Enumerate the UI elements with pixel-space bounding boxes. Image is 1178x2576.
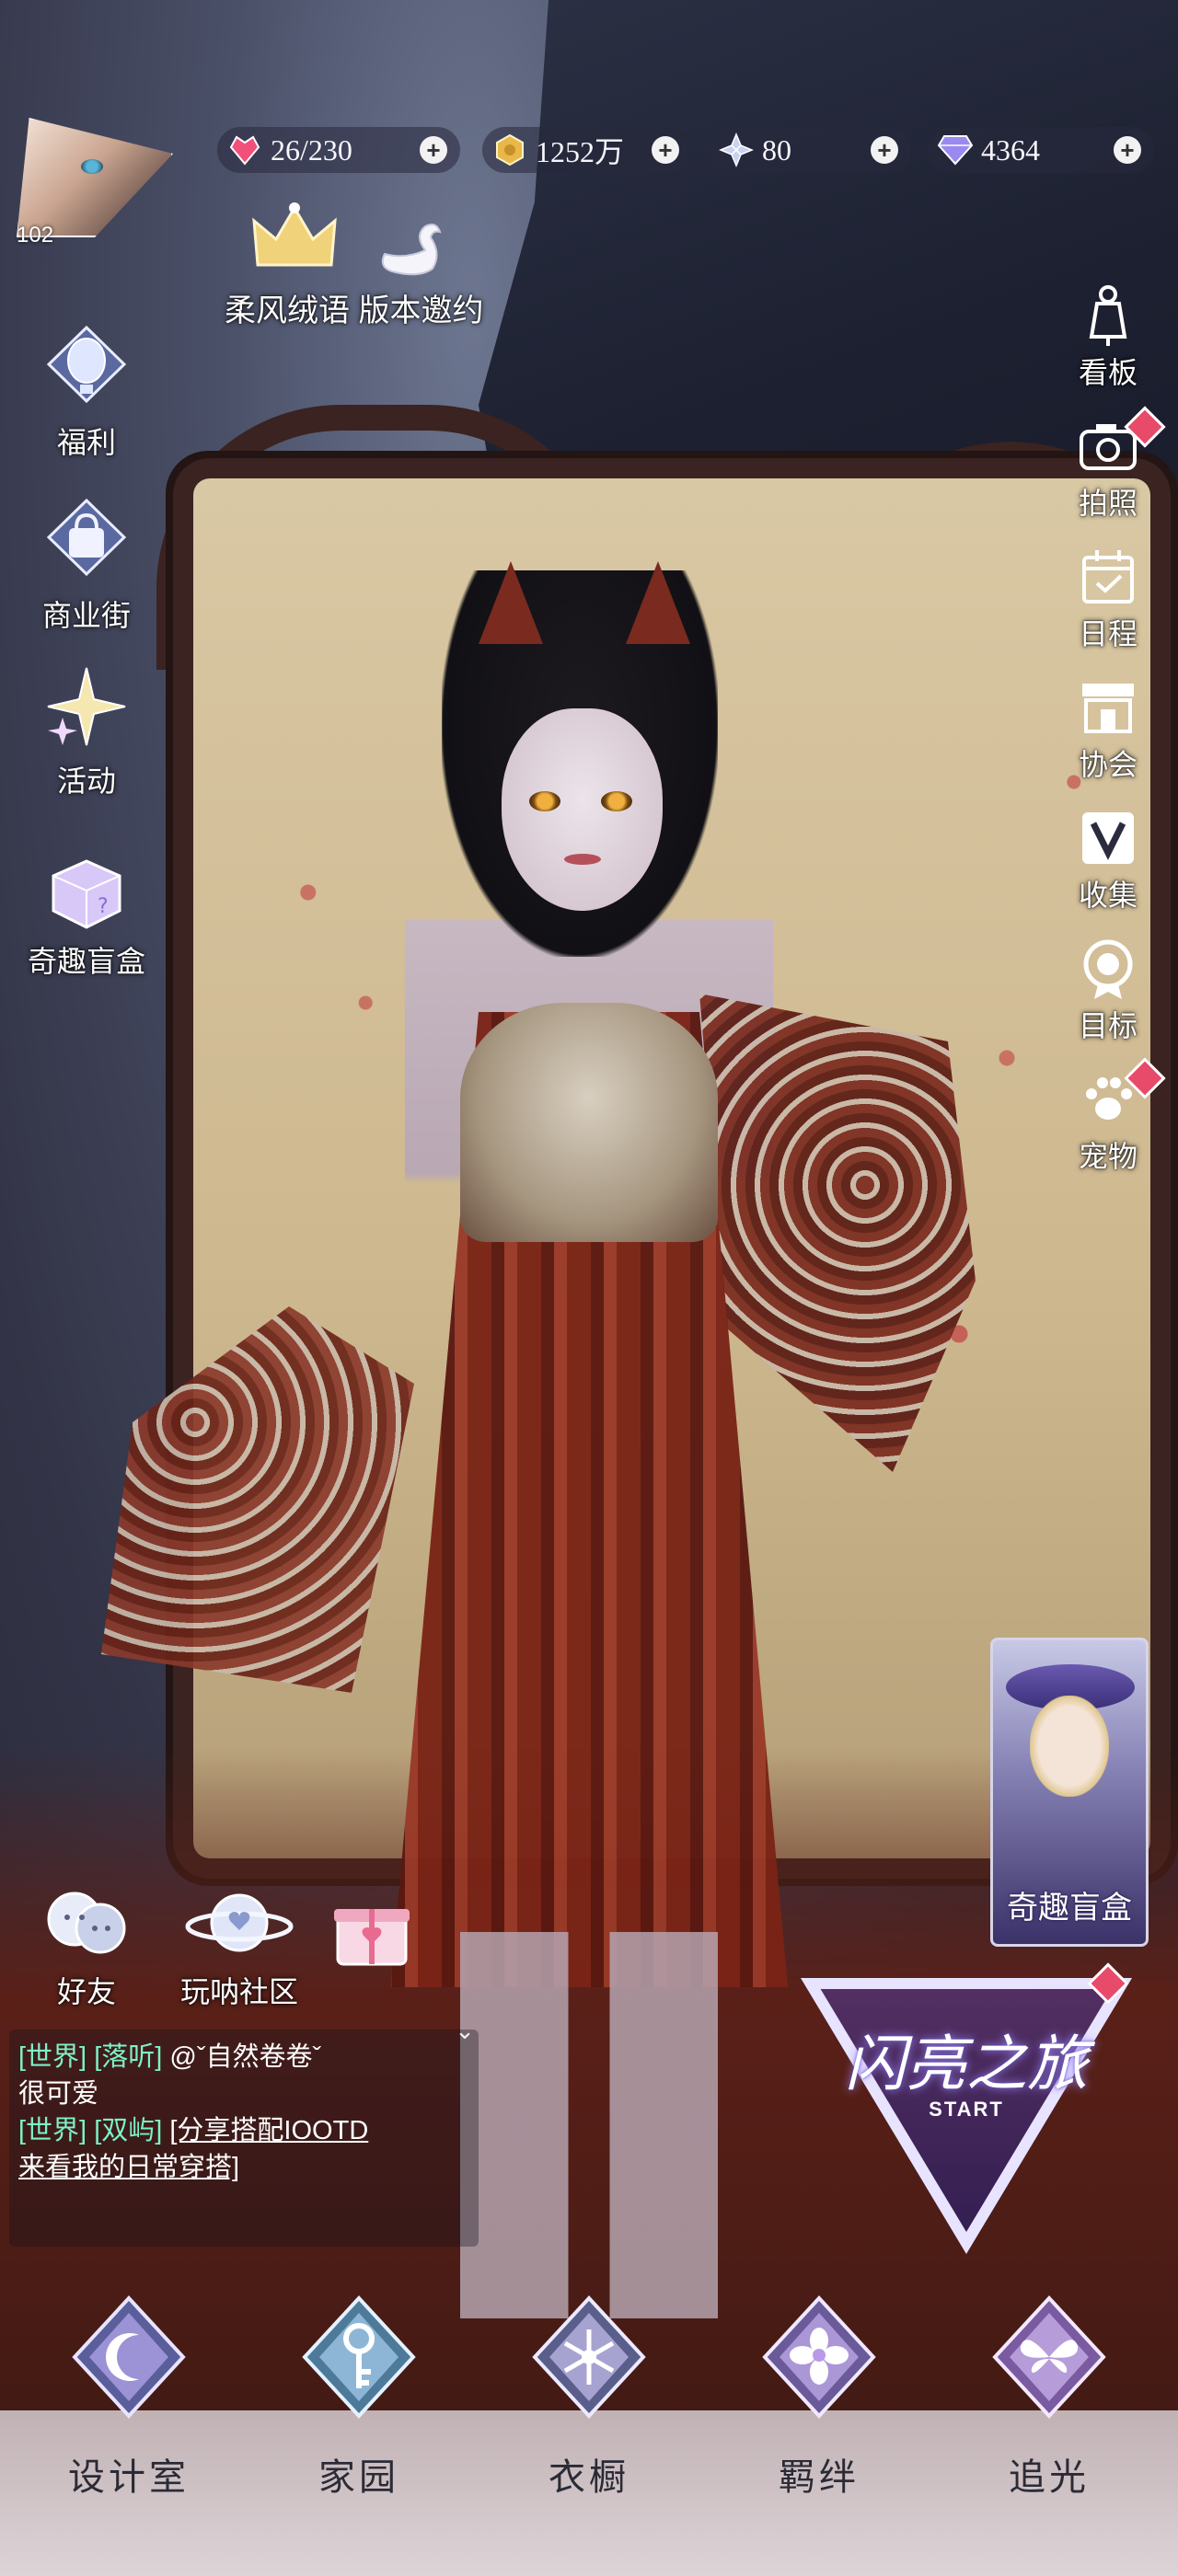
photo-button[interactable]: 拍照 [1053,406,1166,523]
chat-message-body: 来看我的日常穿搭] [18,2149,469,2186]
events-button[interactable]: 活动 [13,662,160,800]
welfare-button[interactable]: 福利 [13,324,160,462]
stamina-add-button[interactable]: + [420,136,447,164]
blindbox-promo-card[interactable]: 奇趣盲盒 [990,1638,1149,1947]
guild-label: 协会 [1078,748,1138,781]
nav-home[interactable]: 家园 [267,2293,451,2501]
resource-diamond: 4364 + [928,127,1154,173]
hud-overlay: 102 26/230 + 1252万 + 80 + 4364 + 柔风绒语 版本… [0,0,1178,2576]
nav-home-label: 家园 [318,2456,399,2498]
guild-button[interactable]: 协会 [1053,675,1163,784]
journey-start-button[interactable]: 闪亮之旅 START [801,1962,1132,2254]
crystal-value: 80 [762,132,791,167]
blindbox-label: 奇趣盲盒 [27,945,145,978]
gold-coin-icon [491,132,528,168]
crescent-moon-crest-icon [69,2293,189,2421]
pet-button[interactable]: 宠物 [1053,1057,1166,1176]
avatar-eye [81,159,103,174]
nav-wardrobe[interactable]: 衣橱 [497,2293,681,2501]
chat-share-link[interactable]: [分享搭配IOOTD [169,2116,368,2145]
snowflake-crest-icon [529,2293,649,2421]
crystal-flower-icon [718,132,755,168]
stamina-value: 26/230 [271,132,352,167]
gold-add-button[interactable]: + [652,136,679,164]
hot-air-balloon-icon [36,324,137,416]
events-label: 活动 [56,765,116,798]
target-medal-icon [1076,937,1140,1001]
schedule-label: 日程 [1078,617,1138,650]
nav-wardrobe-label: 衣橱 [549,2456,629,2498]
world-chat-panel[interactable]: [世界] [落听] @ˇ自然卷卷ˇ 很可爱 [世界] [双屿] [分享搭配IOO… [9,2030,479,2247]
shop-button[interactable]: 商业街 [13,497,160,635]
board-button[interactable]: 看板 [1053,283,1163,392]
planet-heart-icon [184,1877,294,1969]
svg-text:?: ? [98,895,109,918]
collect-button[interactable]: 收集 [1053,806,1163,914]
resource-stamina: 26/230 + [217,127,460,173]
swan-icon[interactable] [368,217,460,282]
guild-building-icon [1076,675,1140,740]
community-button[interactable]: 玩呐社区 [166,1877,313,2011]
key-crest-icon [299,2293,419,2421]
chat-text: 很可爱 [18,2079,99,2109]
shop-label: 商业街 [41,599,131,632]
promo-character-portrait [1030,1696,1109,1797]
player-level: 102 [17,223,54,247]
gift-box-icon [317,1884,427,1976]
crystal-add-button[interactable]: + [871,136,898,164]
v-collection-icon [1076,806,1140,870]
friends-bubble-icon [31,1877,142,1969]
resource-gold: 1252万 + [482,127,692,173]
butterfly-crest-icon [989,2293,1109,2421]
journey-start-label: START [929,2098,1004,2121]
pet-label: 宠物 [1078,1140,1138,1173]
promo-label: 奇趣盲盒 [1007,1891,1132,1926]
goals-label: 目标 [1078,1009,1138,1042]
nav-bond[interactable]: 羁绊 [727,2293,911,2501]
gold-value: 1252万 [536,135,625,168]
mannequin-icon [1076,283,1140,348]
sparkle-stars-icon [36,662,137,754]
chat-channel[interactable]: [世界] [18,2116,87,2145]
goals-button[interactable]: 目标 [1053,937,1163,1045]
crown-icon[interactable] [248,201,341,274]
diamond-add-button[interactable]: + [1114,136,1141,164]
nav-bond-label: 羁绊 [779,2456,860,2498]
photo-label: 拍照 [1078,487,1138,520]
chat-username[interactable]: [双屿] [94,2116,162,2145]
nav-chase-label: 追光 [1009,2456,1090,2498]
nav-chase[interactable]: 追光 [957,2293,1141,2501]
heart-gem-icon [226,132,263,168]
board-label: 看板 [1078,356,1138,389]
mystery-box-icon: ? [36,843,137,935]
friends-label: 好友 [56,1975,116,2008]
chat-username[interactable]: [落听] [94,2042,162,2072]
chat-channel[interactable]: [世界] [18,2042,87,2072]
journey-title: 闪亮之旅 [845,2031,1088,2099]
chat-message: [世界] [双屿] [分享搭配IOOTD [18,2112,469,2149]
gift-button[interactable] [317,1884,427,1976]
blindbox-button[interactable]: ? 奇趣盲盒 [13,843,160,981]
player-avatar[interactable] [17,118,173,237]
resource-crystal: 80 + [709,127,911,173]
calendar-check-icon [1076,545,1140,609]
chat-share-link-cont[interactable]: 来看我的日常穿搭] [18,2153,239,2182]
nav-studio[interactable]: 设计室 [37,2293,221,2501]
welfare-label: 福利 [56,426,116,459]
flower-crest-icon [759,2293,879,2421]
friends-button[interactable]: 好友 [13,1877,160,2011]
diamond-value: 4364 [981,132,1040,167]
version-invite-label[interactable]: 柔风绒语 版本邀约 [225,285,483,330]
chevron-down-icon[interactable]: ⌄ [451,2017,479,2044]
chat-mention[interactable]: @ˇ自然卷卷ˇ [169,2042,321,2072]
chat-message: [世界] [落听] @ˇ自然卷卷ˇ [18,2039,469,2076]
community-label: 玩呐社区 [179,1975,298,2008]
avatar-portrait [17,118,173,237]
diamond-icon [937,132,974,168]
schedule-button[interactable]: 日程 [1053,545,1163,653]
nav-studio-label: 设计室 [68,2456,190,2498]
chat-message-body: 很可爱 [18,2076,469,2112]
shopping-bag-icon [36,497,137,589]
collect-label: 收集 [1078,879,1138,912]
